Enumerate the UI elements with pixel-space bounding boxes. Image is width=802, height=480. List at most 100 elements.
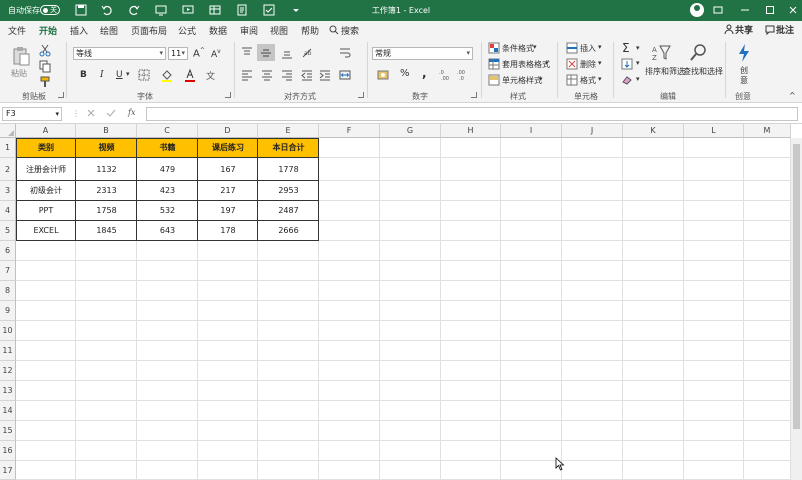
table-cell[interactable]: EXCEL xyxy=(16,221,76,241)
percent-style-icon[interactable]: % xyxy=(400,68,410,79)
tell-me-search[interactable]: 搜索 xyxy=(341,24,359,37)
italic-icon[interactable]: I xyxy=(100,70,104,80)
column-header-m[interactable]: M xyxy=(744,124,791,138)
row-header-15[interactable]: 15 xyxy=(0,421,16,441)
paste-icon[interactable] xyxy=(10,45,32,67)
decrease-font-icon[interactable]: Av xyxy=(211,48,221,60)
table-header-cell[interactable]: 本日合计 xyxy=(258,138,319,158)
tab-insert[interactable]: 插入 xyxy=(70,24,88,37)
table-header-cell[interactable]: 视频 xyxy=(76,138,137,158)
enter-entry-icon[interactable] xyxy=(106,108,116,118)
column-header-b[interactable]: B xyxy=(76,124,137,138)
row-header-1[interactable]: 1 xyxy=(0,138,16,158)
align-bottom-icon[interactable] xyxy=(280,46,294,60)
chevron-down-icon[interactable]: ▾ xyxy=(598,75,602,83)
phonetic-icon[interactable]: 文 xyxy=(204,68,218,82)
table-cell[interactable]: 643 xyxy=(137,221,198,241)
tab-page-layout[interactable]: 页面布局 xyxy=(131,24,167,37)
accounting-format-icon[interactable] xyxy=(376,68,390,82)
number-format-combo[interactable]: 常规 ▾ xyxy=(372,47,473,60)
user-avatar[interactable] xyxy=(690,3,704,17)
find-select-button[interactable]: 查找和选择 xyxy=(683,66,723,77)
align-middle-icon[interactable] xyxy=(259,46,273,60)
table-cell[interactable]: 479 xyxy=(137,158,198,181)
table-header-cell[interactable]: 课后练习 xyxy=(198,138,258,158)
tab-file[interactable]: 文件 xyxy=(8,24,26,37)
row-header-4[interactable]: 4 xyxy=(0,201,16,221)
format-cells-button[interactable]: 格式 xyxy=(580,75,596,86)
cancel-entry-icon[interactable] xyxy=(86,108,96,118)
share-button[interactable]: 共享 xyxy=(735,23,753,36)
row-header-13[interactable]: 13 xyxy=(0,381,16,401)
ideas-button[interactable]: 创意 xyxy=(740,66,750,86)
font-color-icon[interactable] xyxy=(183,68,197,82)
delete-cells-button[interactable]: 删除 xyxy=(580,59,596,70)
chevron-down-icon[interactable]: ▾ xyxy=(636,75,640,83)
table-cell[interactable]: 532 xyxy=(137,201,198,221)
vertical-scrollbar[interactable] xyxy=(791,138,802,480)
tab-help[interactable]: 帮助 xyxy=(301,24,319,37)
name-box[interactable]: F3 ▾ xyxy=(2,107,62,121)
chevron-down-icon[interactable]: ▾ xyxy=(545,59,549,67)
tab-draw[interactable]: 绘图 xyxy=(100,24,118,37)
table-cell[interactable]: 注册会计师 xyxy=(16,158,76,181)
row-header-12[interactable]: 12 xyxy=(0,361,16,381)
tab-home[interactable]: 开始 xyxy=(39,24,57,37)
fill-icon[interactable] xyxy=(621,58,633,70)
font-size-combo[interactable]: 11 ▾ xyxy=(168,47,188,60)
increase-decimal-icon[interactable]: .0.00 xyxy=(438,68,452,82)
table-cell[interactable]: 167 xyxy=(198,158,258,181)
chevron-down-icon[interactable]: ▾ xyxy=(598,43,602,51)
row-header-3[interactable]: 3 xyxy=(0,181,16,201)
format-as-table-button[interactable]: 套用表格格式 xyxy=(502,59,550,70)
table-cell[interactable]: PPT xyxy=(16,201,76,221)
table-cell[interactable]: 197 xyxy=(198,201,258,221)
table-cell[interactable]: 217 xyxy=(198,181,258,201)
column-header-g[interactable]: G xyxy=(380,124,441,138)
row-header-16[interactable]: 16 xyxy=(0,441,16,461)
row-header-9[interactable]: 9 xyxy=(0,301,16,321)
column-header-i[interactable]: I xyxy=(501,124,562,138)
tab-view[interactable]: 视图 xyxy=(270,24,288,37)
table-cell[interactable]: 423 xyxy=(137,181,198,201)
collapse-ribbon-icon[interactable]: ^ xyxy=(789,91,796,100)
align-left-icon[interactable] xyxy=(240,68,254,82)
table-cell[interactable]: 2953 xyxy=(258,181,319,201)
chevron-down-icon[interactable]: ▾ xyxy=(636,44,640,52)
column-header-a[interactable]: A xyxy=(16,124,76,138)
minimize-icon[interactable] xyxy=(738,3,752,17)
orientation-icon[interactable]: ab xyxy=(301,46,315,60)
row-header-10[interactable]: 10 xyxy=(0,321,16,341)
table-cell[interactable]: 1758 xyxy=(76,201,137,221)
scrollbar-thumb[interactable] xyxy=(793,144,800,429)
autosum-icon[interactable]: Σ xyxy=(622,41,630,55)
column-header-l[interactable]: L xyxy=(684,124,744,138)
table-header-cell[interactable]: 书籍 xyxy=(137,138,198,158)
row-header-14[interactable]: 14 xyxy=(0,401,16,421)
row-header-17[interactable]: 17 xyxy=(0,461,16,480)
sort-filter-button[interactable]: 排序和筛选 xyxy=(645,66,685,77)
column-header-d[interactable]: D xyxy=(198,124,258,138)
close-icon[interactable] xyxy=(786,3,800,17)
borders-icon[interactable] xyxy=(137,68,151,82)
table-cell[interactable]: 178 xyxy=(198,221,258,241)
chevron-down-icon[interactable]: ▾ xyxy=(539,75,543,83)
select-all-button[interactable] xyxy=(0,124,16,138)
decrease-decimal-icon[interactable]: .00.0 xyxy=(456,68,470,82)
cut-icon[interactable] xyxy=(38,43,52,57)
row-header-7[interactable]: 7 xyxy=(0,261,16,281)
bold-icon[interactable]: B xyxy=(80,70,87,80)
table-cell[interactable]: 2313 xyxy=(76,181,137,201)
copy-icon[interactable] xyxy=(38,59,52,73)
increase-font-icon[interactable]: A^ xyxy=(193,47,205,59)
comments-button[interactable]: 批注 xyxy=(776,23,794,36)
ribbon-display-icon[interactable] xyxy=(711,3,725,17)
row-header-5[interactable]: 5 xyxy=(0,221,16,241)
underline-icon[interactable]: U xyxy=(116,70,123,80)
table-cell[interactable]: 1132 xyxy=(76,158,137,181)
conditional-format-button[interactable]: 条件格式 xyxy=(502,43,534,54)
formula-input[interactable] xyxy=(146,107,798,121)
restore-icon[interactable] xyxy=(763,3,777,17)
table-header-cell[interactable]: 类别 xyxy=(16,138,76,158)
wrap-text-icon[interactable] xyxy=(338,46,352,60)
